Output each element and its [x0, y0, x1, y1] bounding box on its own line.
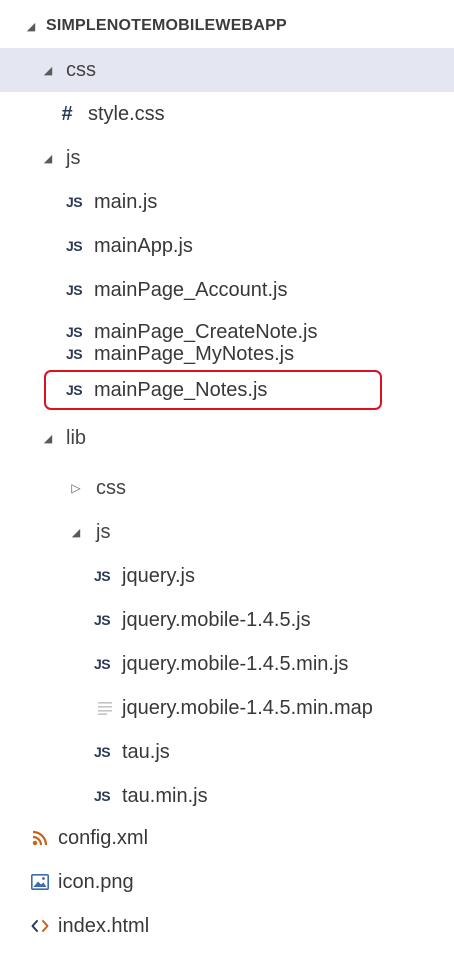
file-label: jquery.js	[122, 564, 195, 587]
tree-file-jquery-mobile-js[interactable]: JS jquery.mobile-1.4.5.js	[0, 598, 454, 642]
file-label: mainApp.js	[94, 234, 193, 257]
file-label: index.html	[58, 914, 150, 937]
tree-file-main-js[interactable]: JS main.js	[0, 180, 454, 224]
tree-folder-lib-css[interactable]: ▷ css	[0, 466, 454, 510]
collapsed-chevron-icon[interactable]: ▷	[68, 481, 84, 495]
tree-file-jquery-mobile-min-map[interactable]: jquery.mobile-1.4.5.min.map	[0, 686, 454, 730]
tree-folder-js[interactable]: ◢ js	[0, 136, 454, 180]
file-label: tau.min.js	[122, 784, 208, 807]
image-file-icon	[30, 874, 50, 890]
project-root-folder[interactable]: ◢ SIMPLENOTEMOBILEWEBAPP	[0, 4, 454, 48]
tree-folder-lib[interactable]: ◢ lib	[0, 416, 454, 460]
tree-file-jquery-mobile-min-js[interactable]: JS jquery.mobile-1.4.5.min.js	[0, 642, 454, 686]
tree-file-mainapp-js[interactable]: JS mainApp.js	[0, 224, 454, 268]
javascript-file-icon: JS	[93, 744, 111, 760]
javascript-file-icon: JS	[93, 788, 111, 804]
expanded-chevron-icon[interactable]: ◢	[68, 526, 84, 539]
tree-folder-css[interactable]: ◢ css	[0, 48, 454, 92]
folder-label-lib: lib	[66, 426, 87, 449]
project-root-label: SIMPLENOTEMOBILEWEBAPP	[46, 17, 287, 34]
code-icon	[30, 919, 50, 933]
file-label: style.css	[88, 102, 165, 125]
folder-label-lib-css: css	[96, 476, 126, 499]
javascript-file-icon: JS	[93, 656, 111, 672]
tree-file-mainpage-notes-js[interactable]: JS mainPage_Notes.js	[0, 368, 454, 412]
file-label: tau.js	[122, 740, 170, 763]
javascript-file-icon: JS	[65, 382, 83, 398]
file-label: config.xml	[58, 826, 149, 849]
file-label: jquery.mobile-1.4.5.min.map	[122, 696, 373, 719]
file-label: icon.png	[58, 870, 134, 893]
file-label: mainPage_Account.js	[94, 278, 288, 301]
tree-file-jquery-js[interactable]: JS jquery.js	[0, 554, 454, 598]
tree-file-mainpage-account-js[interactable]: JS mainPage_Account.js	[0, 268, 454, 312]
expanded-chevron-icon[interactable]: ◢	[38, 64, 58, 77]
javascript-file-icon: JS	[65, 346, 83, 362]
tree-folder-lib-js[interactable]: ◢ js	[0, 510, 454, 554]
javascript-file-icon: JS	[93, 612, 111, 628]
folder-label-css: css	[66, 58, 96, 81]
javascript-file-icon: JS	[65, 194, 83, 210]
tree-file-icon-png[interactable]: icon.png	[0, 860, 454, 904]
tree-file-tau-js[interactable]: JS tau.js	[0, 730, 454, 774]
tree-file-config-xml[interactable]: config.xml	[0, 816, 454, 860]
text-file-icon	[96, 701, 114, 715]
tree-file-index-html[interactable]: index.html	[0, 904, 454, 948]
file-label: jquery.mobile-1.4.5.js	[122, 608, 311, 631]
javascript-file-icon: JS	[65, 238, 83, 254]
tree-file-tau-min-js[interactable]: JS tau.min.js	[0, 774, 454, 818]
javascript-file-icon: JS	[93, 568, 111, 584]
folder-label-js: js	[66, 146, 81, 169]
css-file-icon: #	[61, 102, 73, 125]
tree-file-style-css[interactable]: # style.css	[0, 92, 454, 136]
file-label: mainPage_MyNotes.js	[94, 342, 295, 365]
javascript-file-icon: JS	[65, 282, 83, 298]
file-label: jquery.mobile-1.4.5.min.js	[122, 652, 349, 675]
rss-icon	[30, 830, 50, 846]
expanded-chevron-icon[interactable]: ◢	[22, 20, 40, 33]
folder-label-lib-js: js	[96, 520, 111, 543]
file-label: mainPage_Notes.js	[94, 378, 268, 401]
expanded-chevron-icon[interactable]: ◢	[38, 432, 58, 445]
file-explorer-tree: ◢ SIMPLENOTEMOBILEWEBAPP ◢ css # style.c…	[0, 0, 454, 960]
file-label: main.js	[94, 190, 158, 213]
expanded-chevron-icon[interactable]: ◢	[38, 152, 58, 165]
